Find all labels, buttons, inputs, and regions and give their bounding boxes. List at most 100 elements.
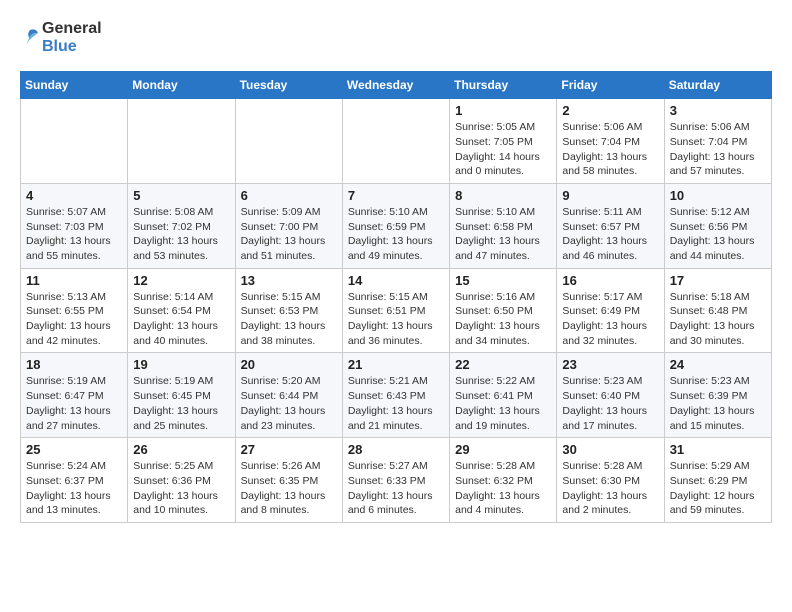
day-number: 6 [241, 188, 337, 203]
day-info: Sunrise: 5:14 AMSunset: 6:54 PMDaylight:… [133, 290, 229, 349]
col-header-thursday: Thursday [450, 72, 557, 99]
day-info: Sunrise: 5:21 AMSunset: 6:43 PMDaylight:… [348, 374, 444, 433]
day-number: 31 [670, 442, 766, 457]
day-number: 25 [26, 442, 122, 457]
day-info: Sunrise: 5:18 AMSunset: 6:48 PMDaylight:… [670, 290, 766, 349]
day-number: 21 [348, 357, 444, 372]
calendar-cell: 12 Sunrise: 5:14 AMSunset: 6:54 PMDayligh… [128, 268, 235, 353]
day-info: Sunrise: 5:10 AMSunset: 6:58 PMDaylight:… [455, 205, 551, 264]
day-number: 7 [348, 188, 444, 203]
day-number: 12 [133, 273, 229, 288]
calendar-cell: 19 Sunrise: 5:19 AMSunset: 6:45 PMDayligh… [128, 353, 235, 438]
day-number: 19 [133, 357, 229, 372]
day-info: Sunrise: 5:17 AMSunset: 6:49 PMDaylight:… [562, 290, 658, 349]
calendar-cell: 23 Sunrise: 5:23 AMSunset: 6:40 PMDayligh… [557, 353, 664, 438]
calendar-week-5: 25 Sunrise: 5:24 AMSunset: 6:37 PMDayligh… [21, 438, 772, 523]
calendar-cell: 27Sunrise: 5:26 AMSunset: 6:35 PMDayligh… [235, 438, 342, 523]
day-number: 28 [348, 442, 444, 457]
day-info: Sunrise: 5:28 AMSunset: 6:30 PMDaylight:… [562, 459, 658, 518]
day-info: Sunrise: 5:12 AMSunset: 6:56 PMDaylight:… [670, 205, 766, 264]
logo-text-blue: Blue [42, 38, 102, 56]
calendar-cell: 22Sunrise: 5:22 AMSunset: 6:41 PMDayligh… [450, 353, 557, 438]
calendar-cell: 29 Sunrise: 5:28 AMSunset: 6:32 PMDayligh… [450, 438, 557, 523]
logo: General Blue [20, 20, 102, 55]
calendar-cell: 24 Sunrise: 5:23 AMSunset: 6:39 PMDayligh… [664, 353, 771, 438]
day-number: 9 [562, 188, 658, 203]
day-number: 23 [562, 357, 658, 372]
day-info: Sunrise: 5:06 AMSunset: 7:04 PMDaylight:… [670, 120, 766, 179]
day-info: Sunrise: 5:23 AMSunset: 6:40 PMDaylight:… [562, 374, 658, 433]
day-number: 10 [670, 188, 766, 203]
day-number: 24 [670, 357, 766, 372]
day-number: 18 [26, 357, 122, 372]
calendar-cell: 15 Sunrise: 5:16 AMSunset: 6:50 PMDayligh… [450, 268, 557, 353]
calendar-cell: 31 Sunrise: 5:29 AMSunset: 6:29 PMDayligh… [664, 438, 771, 523]
day-info: Sunrise: 5:13 AMSunset: 6:55 PMDaylight:… [26, 290, 122, 349]
calendar-cell: 26 Sunrise: 5:25 AMSunset: 6:36 PMDayligh… [128, 438, 235, 523]
day-number: 29 [455, 442, 551, 457]
calendar-cell [21, 99, 128, 184]
day-info: Sunrise: 5:10 AMSunset: 6:59 PMDaylight:… [348, 205, 444, 264]
calendar-week-2: 4Sunrise: 5:07 AMSunset: 7:03 PMDaylight… [21, 183, 772, 268]
day-info: Sunrise: 5:28 AMSunset: 6:32 PMDaylight:… [455, 459, 551, 518]
day-info: Sunrise: 5:15 AMSunset: 6:53 PMDaylight:… [241, 290, 337, 349]
calendar-cell: 3 Sunrise: 5:06 AMSunset: 7:04 PMDaylight… [664, 99, 771, 184]
day-info: Sunrise: 5:07 AMSunset: 7:03 PMDaylight:… [26, 205, 122, 264]
col-header-wednesday: Wednesday [342, 72, 449, 99]
day-info: Sunrise: 5:16 AMSunset: 6:50 PMDaylight:… [455, 290, 551, 349]
calendar-cell: 28 Sunrise: 5:27 AMSunset: 6:33 PMDayligh… [342, 438, 449, 523]
day-info: Sunrise: 5:06 AMSunset: 7:04 PMDaylight:… [562, 120, 658, 179]
calendar-cell: 1 Sunrise: 5:05 AMSunset: 7:05 PMDaylight… [450, 99, 557, 184]
day-info: Sunrise: 5:29 AMSunset: 6:29 PMDaylight:… [670, 459, 766, 518]
day-number: 16 [562, 273, 658, 288]
day-info: Sunrise: 5:15 AMSunset: 6:51 PMDaylight:… [348, 290, 444, 349]
day-number: 1 [455, 103, 551, 118]
calendar-header-row: SundayMondayTuesdayWednesdayThursdayFrid… [21, 72, 772, 99]
day-number: 26 [133, 442, 229, 457]
calendar-cell: 30 Sunrise: 5:28 AMSunset: 6:30 PMDayligh… [557, 438, 664, 523]
day-number: 11 [26, 273, 122, 288]
day-info: Sunrise: 5:19 AMSunset: 6:45 PMDaylight:… [133, 374, 229, 433]
calendar-cell: 10 Sunrise: 5:12 AMSunset: 6:56 PMDayligh… [664, 183, 771, 268]
day-number: 2 [562, 103, 658, 118]
day-info: Sunrise: 5:24 AMSunset: 6:37 PMDaylight:… [26, 459, 122, 518]
day-info: Sunrise: 5:05 AMSunset: 7:05 PMDaylight:… [455, 120, 551, 179]
day-info: Sunrise: 5:19 AMSunset: 6:47 PMDaylight:… [26, 374, 122, 433]
logo-text-general: General [42, 20, 102, 38]
calendar-cell: 5 Sunrise: 5:08 AMSunset: 7:02 PMDaylight… [128, 183, 235, 268]
col-header-sunday: Sunday [21, 72, 128, 99]
col-header-friday: Friday [557, 72, 664, 99]
day-number: 15 [455, 273, 551, 288]
day-info: Sunrise: 5:08 AMSunset: 7:02 PMDaylight:… [133, 205, 229, 264]
calendar-cell: 18 Sunrise: 5:19 AMSunset: 6:47 PMDayligh… [21, 353, 128, 438]
day-number: 30 [562, 442, 658, 457]
day-info: Sunrise: 5:23 AMSunset: 6:39 PMDaylight:… [670, 374, 766, 433]
col-header-monday: Monday [128, 72, 235, 99]
day-number: 13 [241, 273, 337, 288]
calendar-cell: 9Sunrise: 5:11 AMSunset: 6:57 PMDaylight… [557, 183, 664, 268]
calendar-cell: 6 Sunrise: 5:09 AMSunset: 7:00 PMDaylight… [235, 183, 342, 268]
day-info: Sunrise: 5:25 AMSunset: 6:36 PMDaylight:… [133, 459, 229, 518]
calendar-cell: 20Sunrise: 5:20 AMSunset: 6:44 PMDayligh… [235, 353, 342, 438]
calendar-cell: 11 Sunrise: 5:13 AMSunset: 6:55 PMDayligh… [21, 268, 128, 353]
day-number: 3 [670, 103, 766, 118]
day-number: 5 [133, 188, 229, 203]
calendar-week-3: 11 Sunrise: 5:13 AMSunset: 6:55 PMDayligh… [21, 268, 772, 353]
calendar-cell: 17Sunrise: 5:18 AMSunset: 6:48 PMDayligh… [664, 268, 771, 353]
day-info: Sunrise: 5:26 AMSunset: 6:35 PMDaylight:… [241, 459, 337, 518]
col-header-tuesday: Tuesday [235, 72, 342, 99]
calendar-cell: 13 Sunrise: 5:15 AMSunset: 6:53 PMDayligh… [235, 268, 342, 353]
day-info: Sunrise: 5:27 AMSunset: 6:33 PMDaylight:… [348, 459, 444, 518]
calendar-week-1: 1 Sunrise: 5:05 AMSunset: 7:05 PMDaylight… [21, 99, 772, 184]
day-info: Sunrise: 5:20 AMSunset: 6:44 PMDaylight:… [241, 374, 337, 433]
col-header-saturday: Saturday [664, 72, 771, 99]
logo-bird-icon [20, 28, 40, 48]
day-number: 22 [455, 357, 551, 372]
page-header: General Blue [20, 20, 772, 55]
calendar-week-4: 18 Sunrise: 5:19 AMSunset: 6:47 PMDayligh… [21, 353, 772, 438]
calendar-cell [342, 99, 449, 184]
calendar-cell [235, 99, 342, 184]
calendar-cell: 21 Sunrise: 5:21 AMSunset: 6:43 PMDayligh… [342, 353, 449, 438]
day-info: Sunrise: 5:09 AMSunset: 7:00 PMDaylight:… [241, 205, 337, 264]
calendar-cell: 8Sunrise: 5:10 AMSunset: 6:58 PMDaylight… [450, 183, 557, 268]
